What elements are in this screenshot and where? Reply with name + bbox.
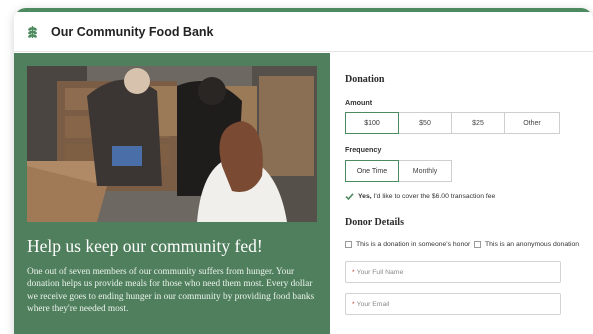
email-placeholder: Your Email — [356, 300, 390, 308]
amount-option-25[interactable]: $25 — [451, 112, 505, 134]
checkmark-icon — [345, 192, 354, 201]
amount-option-50[interactable]: $50 — [398, 112, 452, 134]
org-name: Our Community Food Bank — [51, 24, 214, 39]
wheat-leaf-icon — [25, 25, 39, 39]
header: Our Community Food Bank — [14, 12, 593, 52]
required-mark: * — [352, 300, 355, 308]
checkbox-box — [474, 241, 481, 248]
amount-option-other[interactable]: Other — [504, 112, 560, 134]
full-name-placeholder: Your Full Name — [356, 268, 404, 276]
cover-fee-checkbox[interactable]: Yes, I'd like to cover the $6.00 transac… — [345, 192, 495, 201]
donation-card: Our Community Food Bank Help us keep our… — [14, 8, 593, 334]
volunteers-photo — [27, 66, 317, 222]
frequency-label: Frequency — [345, 145, 382, 154]
donation-form: Donation Amount $100 $50 $25 Other Frequ… — [330, 53, 593, 334]
cover-fee-yes: Yes, — [358, 193, 372, 200]
amount-label: Amount — [345, 98, 373, 107]
frequency-option-monthly[interactable]: Monthly — [398, 160, 452, 182]
donation-section-title: Donation — [345, 74, 385, 85]
cover-fee-label: I'd like to cover the $6.00 transaction … — [371, 193, 496, 200]
frequency-option-one-time[interactable]: One Time — [345, 160, 399, 182]
email-field[interactable]: * Your Email — [345, 293, 561, 315]
hero-panel: Help us keep our community fed! One out … — [14, 53, 330, 334]
anonymous-checkbox[interactable]: This is an anonymous donation — [474, 241, 579, 248]
hero-headline: Help us keep our community fed! — [27, 236, 263, 256]
amount-selector: $100 $50 $25 Other — [345, 112, 560, 134]
honor-label: This is a donation in someone's honor — [356, 241, 471, 248]
honor-checkbox[interactable]: This is a donation in someone's honor — [345, 241, 470, 248]
required-mark: * — [352, 268, 355, 276]
checkbox-box — [345, 241, 352, 248]
donor-section-title: Donor Details — [345, 217, 404, 228]
anonymous-label: This is an anonymous donation — [485, 241, 580, 248]
frequency-selector: One Time Monthly — [345, 160, 452, 182]
full-name-field[interactable]: * Your Full Name — [345, 261, 561, 283]
hero-blurb: One out of seven members of our communit… — [27, 267, 315, 314]
amount-option-100[interactable]: $100 — [345, 112, 399, 134]
